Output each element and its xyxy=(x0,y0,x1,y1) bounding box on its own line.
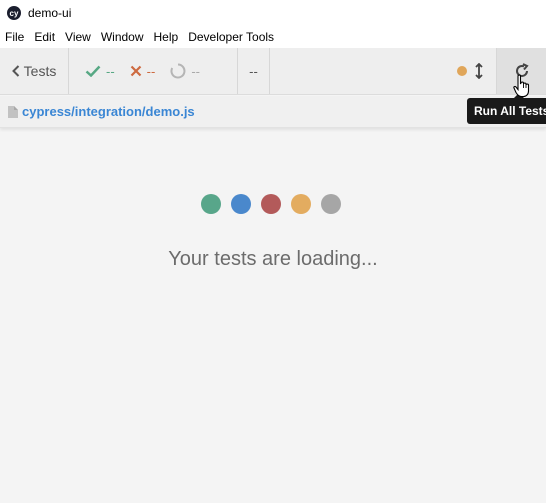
file-icon xyxy=(8,105,18,118)
duration: -- xyxy=(238,48,270,94)
check-icon xyxy=(85,65,101,77)
chevron-left-icon xyxy=(11,65,19,77)
menu-view[interactable]: View xyxy=(65,26,91,48)
run-all-tests-tooltip: Run All Tests xyxy=(467,98,546,124)
passed-count: -- xyxy=(106,63,115,79)
tests-back-label: Tests xyxy=(23,63,57,79)
cypress-logo-icon: cy xyxy=(7,6,21,20)
title-bar: cy demo-ui xyxy=(0,0,546,26)
hand-pointer-icon xyxy=(513,74,530,98)
window-title: demo-ui xyxy=(28,6,72,20)
loading-dot xyxy=(291,194,311,214)
toolbar-controls xyxy=(457,48,496,94)
reporter-toolbar: Tests -- -- -- -- xyxy=(0,48,546,95)
vertical-arrows-icon[interactable] xyxy=(474,63,484,79)
loading-dots xyxy=(201,194,351,214)
pending-circle-icon xyxy=(170,63,186,79)
menu-help[interactable]: Help xyxy=(154,26,179,48)
tests-back-button[interactable]: Tests xyxy=(0,48,69,94)
spec-bar: cypress/integration/demo.js xyxy=(0,96,546,128)
pending-count: -- xyxy=(191,63,201,79)
menu-bar: File Edit View Window Help Developer Too… xyxy=(0,26,546,48)
test-stats: -- -- -- xyxy=(69,48,238,94)
passed-stat: -- xyxy=(85,64,115,79)
loading-dot xyxy=(321,194,341,214)
menu-edit[interactable]: Edit xyxy=(34,26,55,48)
menu-window[interactable]: Window xyxy=(101,26,144,48)
failed-stat: -- xyxy=(130,63,156,79)
loading-dot xyxy=(261,194,281,214)
loading-dot xyxy=(201,194,221,214)
menu-developer-tools[interactable]: Developer Tools xyxy=(188,26,274,48)
menu-file[interactable]: File xyxy=(5,26,24,48)
failed-count: -- xyxy=(146,63,156,79)
spec-file-link[interactable]: cypress/integration/demo.js xyxy=(22,104,195,119)
loading-dot xyxy=(231,194,251,214)
pending-stat: -- xyxy=(170,63,200,79)
x-icon xyxy=(130,65,141,77)
status-indicator xyxy=(457,66,467,76)
loading-message: Your tests are loading... xyxy=(168,248,378,270)
